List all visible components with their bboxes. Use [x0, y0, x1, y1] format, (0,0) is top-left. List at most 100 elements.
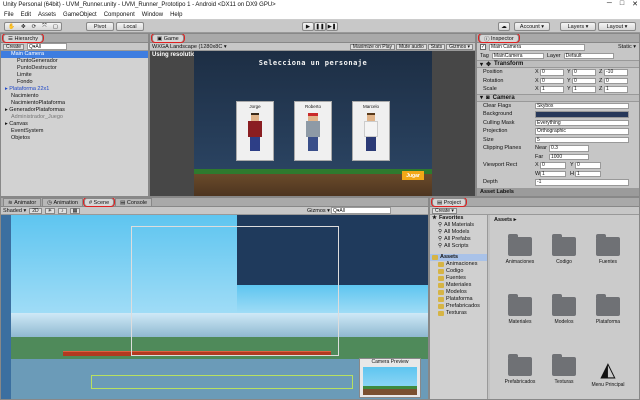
close-button[interactable]: ✕	[632, 0, 638, 8]
far-field[interactable]: 1000	[549, 153, 589, 160]
2d-toggle[interactable]: 2D	[29, 207, 42, 214]
hierarchy-item[interactable]: Nacimiento	[1, 93, 148, 100]
assets-tree-item[interactable]: Materiales	[430, 282, 487, 289]
pivot-toggle[interactable]: Pivot	[86, 22, 114, 31]
tab-console[interactable]: ▤ Console	[115, 198, 153, 206]
asset-item[interactable]: Fuentes	[586, 234, 630, 265]
depth-field[interactable]: -1	[535, 179, 629, 186]
assets-tree-item[interactable]: Texturas	[430, 310, 487, 317]
tab-hierarchy[interactable]: ☰ Hierarchy	[1, 34, 45, 43]
play-game-button[interactable]: Jugar	[402, 171, 424, 180]
layers-dropdown[interactable]: Layers ▾	[560, 22, 596, 31]
asset-item[interactable]: Texturas	[542, 354, 586, 385]
asset-labels-bar[interactable]: Asset Labels	[477, 188, 639, 196]
asset-item[interactable]: Animaciones	[498, 234, 542, 265]
mute-audio-toggle[interactable]: Mute audio	[395, 43, 427, 50]
hierarchy-item[interactable]: ▸ Canvas	[1, 121, 148, 128]
tab-animation[interactable]: ◷ Animation	[42, 198, 83, 206]
asset-item[interactable]: Prefabricados	[498, 354, 542, 385]
tag-dropdown[interactable]: MainCamera	[491, 52, 544, 59]
scene-search-input[interactable]: Q▾All	[331, 207, 391, 214]
hierarchy-item[interactable]: EventSystem	[1, 128, 148, 135]
layout-dropdown[interactable]: Layout ▾	[598, 22, 636, 31]
hierarchy-item[interactable]: Main Camera	[1, 51, 148, 58]
transform-z-field[interactable]: 1	[604, 86, 628, 93]
culling-mask-dropdown[interactable]: Everything	[535, 119, 629, 126]
hierarchy-item[interactable]: PuntoDestructor	[1, 65, 148, 72]
size-field[interactable]: 5	[535, 136, 629, 143]
move-tool-icon[interactable]: ✥	[21, 24, 26, 30]
asset-item[interactable]: Modelos	[542, 294, 586, 325]
menu-file[interactable]: File	[4, 12, 14, 18]
assets-tree-item[interactable]: Plataforma	[430, 296, 487, 303]
tab-animator[interactable]: ≋ Animator	[3, 198, 42, 206]
effects-toggle[interactable]: ▦	[69, 207, 81, 214]
favorites-item[interactable]: ⚲ All Materials	[430, 222, 487, 229]
hierarchy-item[interactable]: Limite	[1, 72, 148, 79]
transform-y-field[interactable]: 1	[572, 86, 596, 93]
aspect-dropdown[interactable]: WXGA Landscape (1280x8C ▾	[152, 44, 227, 50]
transform-x-field[interactable]: 1	[540, 86, 564, 93]
active-checkbox[interactable]: ✓	[480, 44, 486, 51]
hierarchy-search-input[interactable]: Q▾All	[27, 43, 68, 50]
asset-item[interactable]: Codigo	[542, 234, 586, 265]
hierarchy-item[interactable]: PuntoGenerador	[1, 58, 148, 65]
account-dropdown[interactable]: Account ▾	[514, 22, 550, 31]
play-button[interactable]: ▶	[302, 22, 314, 31]
menu-assets[interactable]: Assets	[38, 12, 56, 18]
menu-gameobject[interactable]: GameObject	[63, 12, 97, 18]
transform-y-field[interactable]: 0	[572, 69, 596, 76]
menu-window[interactable]: Window	[142, 12, 163, 18]
transform-z-field[interactable]: -10	[604, 69, 628, 76]
projection-dropdown[interactable]: Orthographic	[535, 128, 629, 135]
hierarchy-item[interactable]: ▸ Plataforma 22x1	[1, 86, 148, 93]
tab-project[interactable]: ▤ Project	[431, 198, 467, 207]
scale-tool-icon[interactable]: ⤧	[42, 23, 46, 30]
local-toggle[interactable]: Local	[116, 22, 144, 31]
object-name-field[interactable]: Main Camera	[489, 44, 585, 51]
menu-component[interactable]: Component	[104, 12, 135, 18]
maximize-on-play-toggle[interactable]: Maximize on Play	[349, 43, 395, 50]
asset-item[interactable]: ◭ Menu Principal	[586, 357, 630, 388]
project-create-button[interactable]: Create ▾	[432, 207, 457, 214]
lighting-toggle[interactable]: ☀	[44, 207, 56, 214]
asset-item[interactable]: Materiales	[498, 294, 542, 325]
near-field[interactable]: 0.3	[549, 145, 589, 152]
transform-z-field[interactable]: 0	[604, 77, 628, 84]
minimize-button[interactable]: ─	[607, 0, 612, 8]
transform-x-field[interactable]: 0	[540, 77, 564, 84]
camera-header[interactable]: ▾ ◙ Camera	[477, 93, 639, 102]
character-card-jorge[interactable]: Jorge	[236, 101, 274, 161]
background-color-field[interactable]	[535, 111, 629, 118]
rotate-tool-icon[interactable]: ⟳	[32, 24, 37, 30]
tab-game[interactable]: ▣ Game	[151, 34, 185, 43]
assets-tree-item[interactable]: Prefabricados	[430, 303, 487, 310]
hierarchy-create-button[interactable]: Create	[3, 43, 25, 50]
pause-button[interactable]: ❚❚	[314, 22, 326, 31]
hierarchy-item[interactable]: NacimientoPlataforma	[1, 100, 148, 107]
menu-help[interactable]: Help	[170, 12, 182, 18]
hierarchy-item[interactable]: Objetos	[1, 135, 148, 142]
viewport-x-field[interactable]: 0	[540, 162, 566, 169]
maximize-button[interactable]: □	[620, 0, 624, 8]
character-card-marcelo[interactable]: Marcelo	[352, 101, 390, 161]
shading-dropdown[interactable]: Shaded ▾	[3, 208, 26, 214]
favorites-header[interactable]: ★ Favorites	[430, 215, 487, 222]
gizmos-dropdown[interactable]: Gizmos ▾	[446, 43, 473, 50]
layer-dropdown[interactable]: Default	[563, 52, 614, 59]
assets-tree-item[interactable]: Animaciones	[430, 261, 487, 268]
asset-item[interactable]: Plataforma	[586, 294, 630, 325]
hierarchy-item[interactable]: Fondo	[1, 79, 148, 86]
assets-header[interactable]: Assets	[430, 254, 487, 261]
assets-tree-item[interactable]: Modelos	[430, 289, 487, 296]
hand-tool-icon[interactable]: ✋	[8, 24, 15, 30]
step-button[interactable]: ▶❚	[326, 22, 338, 31]
assets-tree-item[interactable]: Codigo	[430, 268, 487, 275]
clear-flags-dropdown[interactable]: Skybox	[535, 102, 629, 109]
cloud-icon[interactable]: ☁	[498, 22, 510, 31]
transform-x-field[interactable]: 0	[540, 69, 564, 76]
rect-tool-icon[interactable]: ▢	[53, 24, 58, 30]
tab-scene[interactable]: # Scene	[82, 198, 116, 207]
assets-tree-item[interactable]: Fuentes	[430, 275, 487, 282]
tab-inspector[interactable]: ⓘ Inspector	[478, 34, 520, 43]
